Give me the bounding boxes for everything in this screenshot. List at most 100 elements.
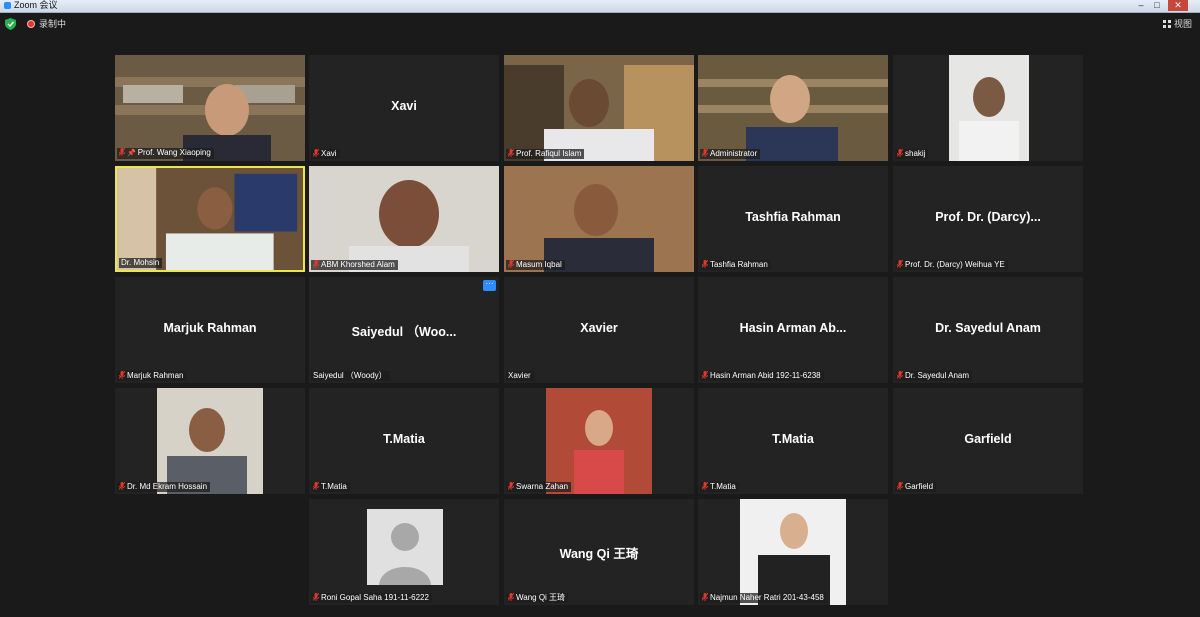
- participant-name-label: Swarna Zahan: [506, 482, 572, 492]
- mic-muted-icon: [313, 149, 319, 157]
- participant-name: Garfield: [905, 482, 934, 491]
- participant-display-name: Prof. Dr. (Darcy)...: [935, 210, 1041, 224]
- participant-tile[interactable]: Roni Gopal Saha 191-11-6222: [309, 499, 499, 605]
- window-title: Zoom 会议: [4, 0, 58, 11]
- mic-muted-icon: [119, 482, 125, 490]
- participant-name: Prof. Wang Xiaoping: [137, 148, 211, 157]
- window-titlebar: Zoom 会议 – □ ✕: [0, 0, 1200, 13]
- participant-tile[interactable]: ABM Khorshed Alam: [309, 166, 499, 272]
- participant-name: Administrator: [710, 149, 758, 158]
- participant-display-name: T.Matia: [383, 432, 425, 446]
- participant-display-name: Wang Qi 王琦: [559, 547, 639, 561]
- participant-name: Swarna Zahan: [516, 482, 569, 491]
- participant-tile[interactable]: Administrator: [698, 55, 888, 161]
- mic-muted-icon: [897, 149, 903, 157]
- participant-name-label: T.Matia: [311, 482, 350, 492]
- participant-name: Saiyedul （Woody）: [313, 371, 387, 380]
- participant-tile[interactable]: Dr. Mohsin: [115, 166, 305, 272]
- participant-display-name: Xavier: [580, 321, 618, 335]
- participant-tile[interactable]: Najmun Naher Ratri 201-43-458: [698, 499, 888, 605]
- participant-display-name: Marjuk Rahman: [163, 321, 257, 335]
- mic-muted-icon: [313, 260, 319, 268]
- participant-name-label: shakij: [895, 149, 929, 159]
- participant-tile[interactable]: Prof. Dr. (Darcy)... Prof. Dr. (Darcy) We…: [893, 166, 1083, 272]
- gallery-grid: 📌 Prof. Wang Xiaoping Xavi Xavi Prof. Rafiqu…: [115, 55, 1083, 605]
- mic-muted-icon: [702, 371, 708, 379]
- participant-video: [504, 388, 694, 494]
- participant-tile[interactable]: Saiyedul （Woo... ··· Saiyedul （Woody）: [309, 277, 499, 383]
- participant-tile[interactable]: Dr. Md Ekram Hossain: [115, 388, 305, 494]
- participant-tile[interactable]: Garfield Garfield: [893, 388, 1083, 494]
- participant-name: Tashfia Rahman: [710, 260, 768, 269]
- participant-name-label: T.Matia: [700, 482, 739, 492]
- participant-tile[interactable]: Wang Qi 王琦 Wang Qi 王琦: [504, 499, 694, 605]
- participant-display-name: T.Matia: [772, 432, 814, 446]
- participant-tile[interactable]: Masum Iqbal: [504, 166, 694, 272]
- mic-muted-icon: [508, 149, 514, 157]
- participant-tile[interactable]: Prof. Rafiqul Islam: [504, 55, 694, 161]
- participant-name: T.Matia: [321, 482, 347, 491]
- participant-name: Xavier: [508, 371, 531, 380]
- minimize-button[interactable]: –: [1134, 0, 1148, 11]
- participant-name-label: 📌 Prof. Wang Xiaoping: [117, 148, 214, 159]
- participant-tile[interactable]: Xavi Xavi: [309, 55, 499, 161]
- participant-name-label: Najmun Naher Ratri 201-43-458: [700, 593, 827, 603]
- close-button[interactable]: ✕: [1168, 0, 1188, 11]
- participant-name-label: Garfield: [895, 482, 937, 492]
- participant-tile[interactable]: Tashfia Rahman Tashfia Rahman: [698, 166, 888, 272]
- mic-muted-icon: [313, 593, 319, 601]
- view-button[interactable]: 视图: [1162, 18, 1192, 30]
- participant-display-name: Saiyedul （Woo...: [351, 325, 457, 339]
- participant-tile[interactable]: Marjuk Rahman Marjuk Rahman: [115, 277, 305, 383]
- participant-name: Prof. Rafiqul Islam: [516, 149, 582, 158]
- grid-view-icon: [1162, 20, 1171, 28]
- participant-tile[interactable]: T.Matia T.Matia: [309, 388, 499, 494]
- participant-tile[interactable]: Xavier Xavier: [504, 277, 694, 383]
- recording-icon: [27, 20, 35, 28]
- maximize-button[interactable]: □: [1150, 0, 1164, 11]
- participant-name: Marjuk Rahman: [127, 371, 184, 380]
- participant-display-name: Hasin Arman Ab...: [739, 321, 847, 335]
- participant-video: [309, 499, 499, 605]
- shield-icon[interactable]: [5, 18, 16, 30]
- view-label: 视图: [1173, 19, 1192, 29]
- participant-name-label: Wang Qi 王琦: [506, 593, 569, 603]
- participant-name-label: ABM Khorshed Alam: [311, 260, 398, 270]
- participant-name: Roni Gopal Saha 191-11-6222: [321, 593, 429, 602]
- participant-name-label: Saiyedul （Woody）: [311, 371, 390, 381]
- mic-muted-icon: [508, 482, 514, 490]
- mic-muted-icon: [897, 482, 903, 490]
- participant-name-label: Xavi: [311, 149, 340, 159]
- participant-display-name: Xavi: [391, 99, 417, 113]
- participant-video: [309, 166, 499, 272]
- mic-muted-icon: [702, 482, 708, 490]
- participant-tile[interactable]: shakij: [893, 55, 1083, 161]
- participant-name: Masum Iqbal: [516, 260, 562, 269]
- participant-name: shakij: [905, 149, 926, 158]
- participant-name: Wang Qi 王琦: [516, 593, 566, 602]
- participant-video: [115, 388, 305, 494]
- participant-video: [504, 55, 694, 161]
- participant-tile[interactable]: Dr. Sayedul Anam Dr. Sayedul Anam: [893, 277, 1083, 383]
- participant-tile[interactable]: Hasin Arman Ab... Hasin Arman Abid 192-11…: [698, 277, 888, 383]
- mic-muted-icon: [897, 371, 903, 379]
- participant-name-label: Masum Iqbal: [506, 260, 565, 270]
- mic-muted-icon: [702, 149, 708, 157]
- participant-tile[interactable]: T.Matia T.Matia: [698, 388, 888, 494]
- participant-display-name: Garfield: [964, 432, 1012, 446]
- participant-name-label: Dr. Md Ekram Hossain: [117, 482, 211, 492]
- recording-status[interactable]: 录制中: [39, 18, 66, 30]
- participant-name-label: Administrator: [700, 149, 761, 159]
- mic-muted-icon: [119, 371, 125, 379]
- zoom-app-icon: [4, 2, 11, 9]
- mic-muted-icon: [119, 148, 125, 156]
- mic-muted-icon: [702, 593, 708, 601]
- participant-name-label: Prof. Dr. (Darcy) Weihua YE: [895, 260, 1008, 270]
- pin-icon: 📌: [127, 150, 136, 157]
- window-title-text: Zoom 会议: [14, 0, 58, 10]
- participant-tile[interactable]: Swarna Zahan: [504, 388, 694, 494]
- more-options-button[interactable]: ···: [483, 280, 496, 291]
- participant-tile[interactable]: 📌 Prof. Wang Xiaoping: [115, 55, 305, 161]
- participant-name: Xavi: [321, 149, 337, 158]
- participant-video: [117, 168, 303, 270]
